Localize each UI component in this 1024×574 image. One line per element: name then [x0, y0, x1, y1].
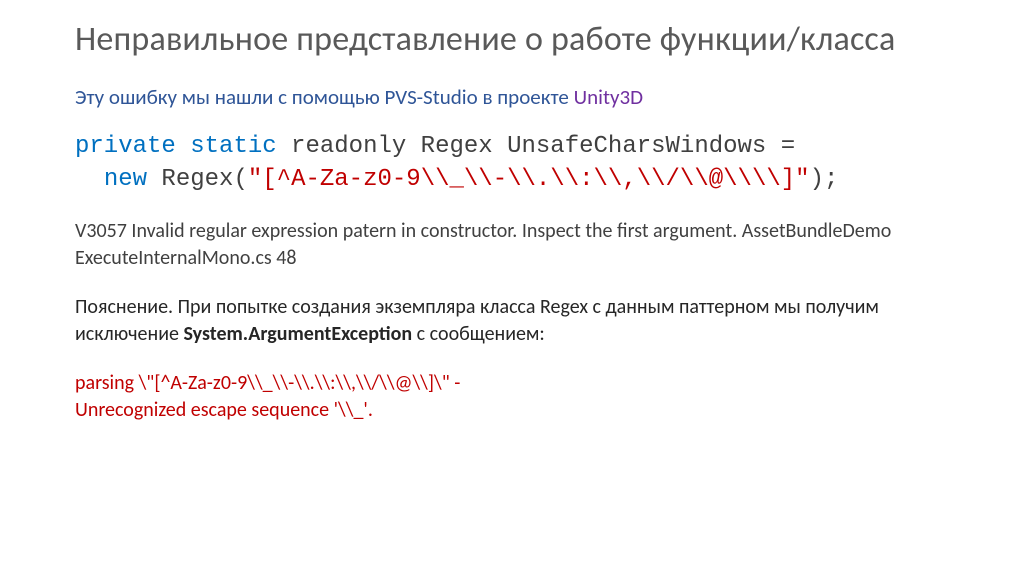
- code-block: private static readonly Regex UnsafeChar…: [75, 131, 949, 196]
- keyword-new: new: [104, 166, 147, 193]
- code-decl: readonly Regex UnsafeCharsWindows =: [277, 133, 795, 160]
- subtitle-prefix: Эту ошибку мы нашли с помощью PVS-Studio…: [75, 84, 574, 110]
- explain-suffix: с сообщением:: [412, 322, 545, 346]
- slide-subtitle: Эту ошибку мы нашли с помощью PVS-Studio…: [75, 84, 949, 111]
- error-line-1: parsing \"[^A-Za-z0-9\\_\\-\\.\\:\\,\\/\…: [75, 371, 460, 395]
- string-literal: "[^A-Za-z0-9\\_\\-\\.\\:\\,\\/\\@\\\\]": [248, 166, 810, 193]
- slide-title: Неправильное представление о работе функ…: [75, 20, 949, 60]
- code-end: );: [810, 166, 839, 193]
- exception-name: System.ArgumentException: [184, 322, 413, 346]
- keyword-static: static: [190, 133, 276, 160]
- warning-text: V3057 Invalid regular expression patern …: [75, 218, 949, 272]
- explanation-text: Пояснение. При попытке создания экземпля…: [75, 294, 949, 348]
- keyword-private: private: [75, 133, 176, 160]
- project-name: Unity3D: [574, 84, 643, 110]
- error-message: parsing \"[^A-Za-z0-9\\_\\-\\.\\:\\,\\/\…: [75, 370, 949, 424]
- error-line-2: Unrecognized escape sequence '\\_'.: [75, 398, 373, 422]
- code-call: Regex(: [147, 166, 248, 193]
